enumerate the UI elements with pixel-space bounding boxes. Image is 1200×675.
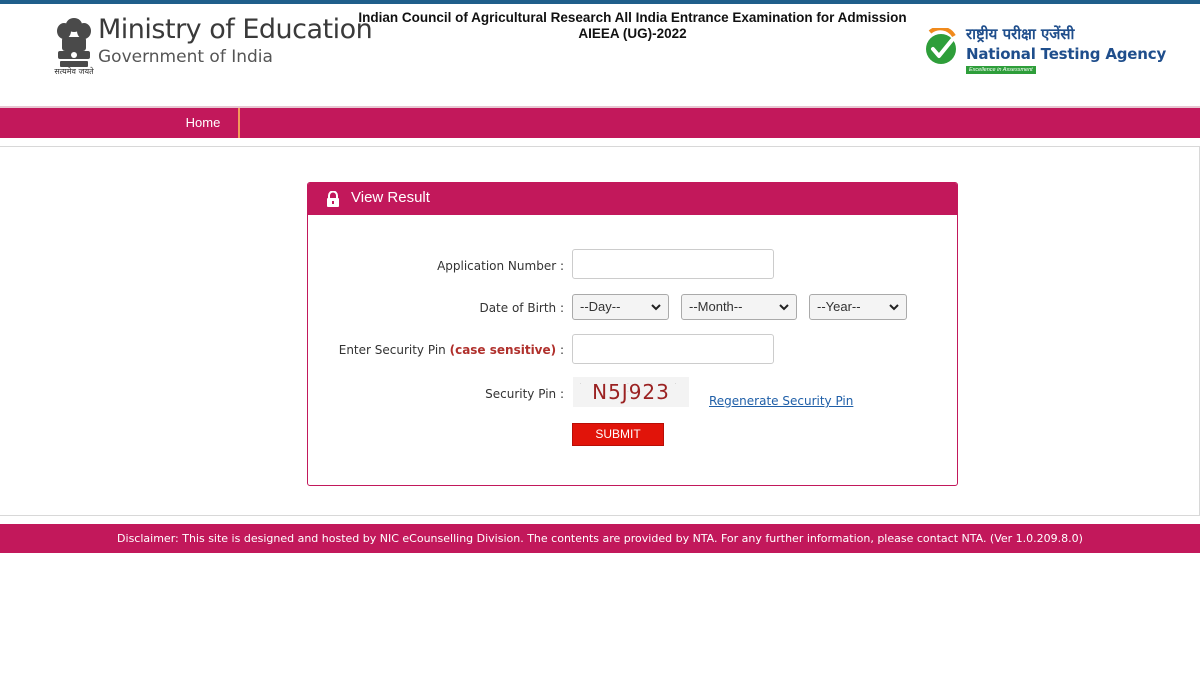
application-number-input[interactable] — [572, 249, 774, 279]
dob-label: Date of Birth : — [479, 301, 564, 315]
lock-icon — [327, 191, 339, 207]
nav-home-link[interactable]: Home — [168, 108, 240, 138]
regenerate-security-pin-link[interactable]: Regenerate Security Pin — [709, 394, 853, 408]
chevron-down-icon — [889, 304, 899, 311]
footer-disclaimer: Disclaimer: This site is designed and ho… — [0, 524, 1200, 553]
security-pin-input[interactable] — [572, 334, 774, 364]
dob-month-value: --Month-- — [689, 299, 743, 314]
panel-title: View Result — [351, 189, 430, 206]
view-result-panel: View Result Application Number : Date of… — [307, 182, 958, 486]
panel-header: View Result — [308, 183, 957, 215]
security-pin-label: Security Pin : — [485, 387, 564, 401]
case-sensitive-warning: (case sensitive) — [449, 343, 557, 357]
ministry-title: Ministry of Education — [98, 14, 373, 45]
emblem-caption: सत्यमेव जयते — [54, 67, 94, 76]
security-pin-input-colon: : — [559, 343, 564, 357]
captcha-noise: · · · · · · — [579, 381, 687, 396]
chevron-down-icon — [651, 304, 661, 311]
site-header: सत्यमेव जयते Ministry of Education Gover… — [0, 4, 1200, 106]
exam-title: Indian Council of Agricultural Research … — [350, 10, 915, 42]
exam-title-line2: AIEEA (UG)-2022 — [578, 26, 687, 41]
application-number-label: Application Number : — [437, 259, 564, 273]
main-nav: Home — [0, 106, 1200, 138]
exam-title-line1: Indian Council of Agricultural Research … — [358, 10, 907, 25]
security-pin-input-label: Enter Security Pin (case sensitive) : — [328, 343, 564, 357]
security-pin-input-label-text: Enter Security Pin — [338, 343, 446, 357]
ministry-subtitle: Government of India — [98, 47, 273, 67]
content-area: View Result Application Number : Date of… — [0, 146, 1200, 516]
submit-button[interactable]: SUBMIT — [572, 423, 664, 446]
nta-hindi-name: राष्ट्रीय परीक्षा एजेंसी — [966, 25, 1075, 43]
captcha-image: · · · · · · N5J923 — [573, 377, 689, 407]
dob-year-value: --Year-- — [817, 299, 861, 314]
dob-day-value: --Day-- — [580, 299, 621, 314]
chevron-down-icon — [779, 304, 789, 311]
nta-tagline: Excellence in Assessment — [966, 66, 1036, 74]
nta-checkmark-icon — [926, 28, 956, 64]
nta-english-name: National Testing Agency — [966, 45, 1167, 63]
dob-day-select[interactable]: --Day-- — [572, 294, 669, 320]
dob-month-select[interactable]: --Month-- — [681, 294, 797, 320]
dob-year-select[interactable]: --Year-- — [809, 294, 907, 320]
